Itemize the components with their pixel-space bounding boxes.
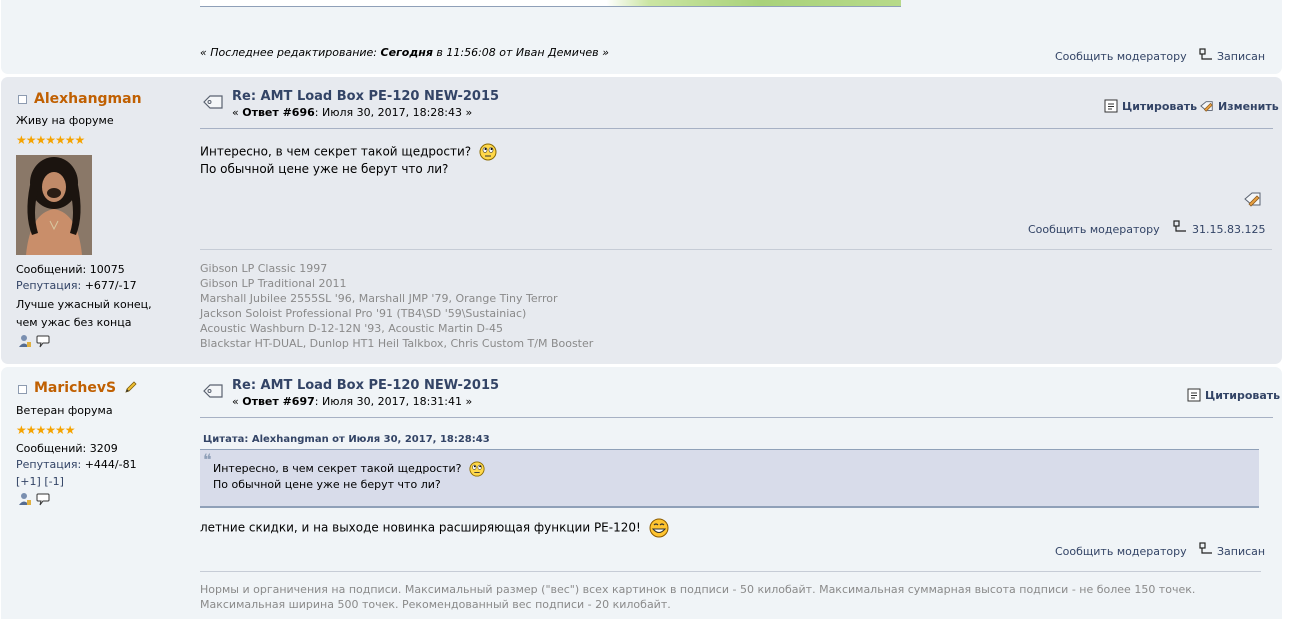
quote-header[interactable]: Цитата: Alexhangman от Июля 30, 2017, 18…: [203, 434, 490, 445]
post-date: : Июля 30, 2017, 18:31:41 »: [314, 395, 473, 408]
quote-icon: [1104, 99, 1118, 113]
author-name[interactable]: MarichevS: [34, 380, 116, 396]
header-divider: [200, 128, 1273, 129]
profile-icons: [18, 334, 50, 348]
reply-number: Ответ #697: [242, 395, 315, 408]
signature-divider: [200, 571, 1261, 572]
post-previous: « Последнее редактирование: Сегодня в 11…: [1, 0, 1282, 74]
signature: Gibson LP Classic 1997 Gibson LP Traditi…: [200, 262, 594, 350]
profile-icon[interactable]: [18, 334, 32, 348]
quote-button[interactable]: Цитировать: [1187, 388, 1280, 402]
smiley-rolleyes: [469, 461, 485, 477]
member-rank: Ветеран форума: [16, 404, 113, 417]
pm-icon[interactable]: [36, 334, 50, 348]
smiley-grin: [649, 518, 669, 538]
ip-icon: [1199, 542, 1213, 554]
post-date: : Июля 30, 2017, 18:28:43 »: [314, 106, 473, 119]
post-697: MarichevS Ветеран форума ★★★★★★ Сообщени…: [1, 367, 1282, 619]
quote-mark-icon: ❝: [203, 450, 212, 469]
quote-icon: [1187, 388, 1201, 402]
last-edit-note: « Последнее редактирование: Сегодня в 11…: [200, 46, 609, 59]
reputation-vote: [+1] [-1]: [16, 475, 64, 488]
topic-icon: [202, 94, 223, 110]
signature-divider: [200, 249, 1272, 250]
reputation: Репутация: +677/-17: [16, 279, 137, 292]
page-gutter: [1295, 0, 1307, 619]
logged-label: Записан: [1217, 545, 1266, 558]
online-status-icon: [18, 95, 27, 104]
pm-icon[interactable]: [36, 492, 50, 506]
post-meta: « Ответ #696: Июля 30, 2017, 18:28:43 »: [232, 106, 473, 119]
post-count: Сообщений: 3209: [16, 442, 118, 455]
report-to-moderator-link[interactable]: Сообщить модератору: [1055, 50, 1187, 63]
avatar[interactable]: [16, 155, 92, 255]
report-to-moderator-link[interactable]: Сообщить модератору: [1028, 223, 1160, 236]
post-meta: « Ответ #697: Июля 30, 2017, 18:31:41 »: [232, 395, 473, 408]
rep-plus-link[interactable]: [+1]: [16, 475, 41, 488]
reply-number: Ответ #696: [242, 106, 315, 119]
signature-image: [200, 0, 901, 7]
topic-icon: [202, 383, 223, 399]
modify-icon: [1200, 101, 1213, 112]
rank-stars: ★★★★★★★: [16, 133, 85, 147]
reputation: Репутация: +444/-81: [16, 458, 137, 471]
edit-prefix: « Последнее редактирование:: [200, 46, 378, 59]
edit-time: в 11:56:08 от Иван Демичев »: [436, 46, 609, 59]
profile-icon[interactable]: [18, 492, 32, 506]
quote-button[interactable]: Цитировать: [1104, 99, 1197, 113]
modify-button[interactable]: Изменить: [1200, 99, 1279, 113]
ip-address[interactable]: 31.15.83.125: [1192, 223, 1265, 236]
pencil-icon: [124, 380, 138, 394]
quote-block: ❝ Интересно, в чем секрет такой щедрости…: [200, 449, 1259, 508]
author-name[interactable]: Alexhangman: [34, 91, 142, 107]
rep-minus-link[interactable]: [-1]: [44, 475, 64, 488]
post-subject-link[interactable]: Re: AMT Load Box PE-120 NEW-2015: [232, 89, 499, 104]
modify-inline-icon[interactable]: [1244, 191, 1262, 207]
post-count: Сообщений: 10075: [16, 263, 125, 276]
personal-text: Лучше ужасный конец, чем ужас без конца: [16, 298, 152, 329]
rank-stars: ★★★★★★: [16, 423, 76, 437]
edit-when: Сегодня: [380, 46, 433, 59]
post-body: Интересно, в чем секрет такой щедрости? …: [200, 143, 497, 178]
member-rank: Живу на форуме: [16, 114, 114, 127]
post-subject-link[interactable]: Re: AMT Load Box PE-120 NEW-2015: [232, 378, 499, 393]
header-divider: [200, 417, 1273, 418]
report-to-moderator-link[interactable]: Сообщить модератору: [1055, 545, 1187, 558]
online-status-icon: [18, 385, 27, 394]
smiley-rolleyes: [479, 143, 497, 161]
quote-text: Интересно, в чем секрет такой щедрости? …: [213, 461, 485, 493]
logged-label: Записан: [1217, 50, 1266, 63]
post-696: Alexhangman Живу на форуме ★★★★★★★ Сообщ…: [1, 77, 1282, 364]
ip-icon: [1173, 220, 1187, 232]
profile-icons: [18, 492, 50, 506]
signature: Нормы и органичения на подписи. Максимал…: [200, 583, 1196, 611]
ip-icon: [1199, 48, 1213, 60]
post-body: летние скидки, и на выходе новинка расши…: [200, 518, 669, 538]
